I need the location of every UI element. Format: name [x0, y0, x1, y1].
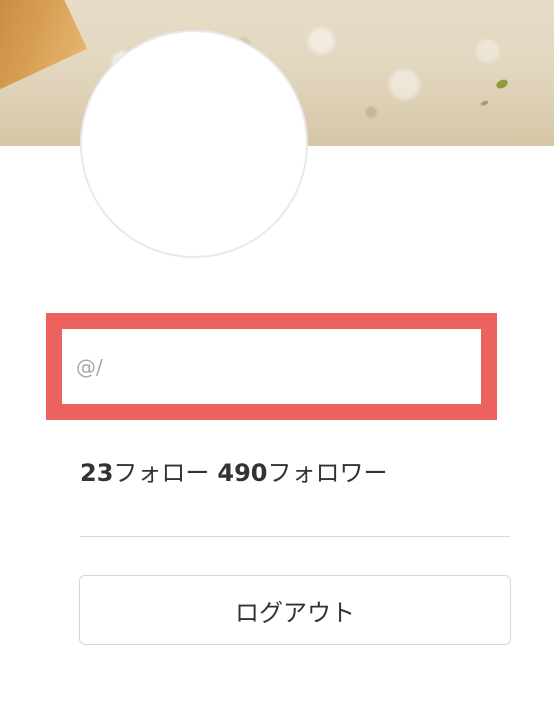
follow-stats: 23フォロー 490フォロワー [80, 456, 388, 490]
logout-button[interactable]: ログアウト [79, 575, 511, 645]
profile-screen: 23フォロー 490フォロワー ログアウト [0, 0, 554, 706]
follow-label[interactable]: フォロー [113, 459, 209, 487]
handle-input[interactable] [62, 329, 482, 405]
avatar[interactable] [80, 30, 308, 258]
divider [80, 536, 510, 537]
follow-count: 23 [80, 459, 114, 487]
follower-count: 490 [217, 459, 268, 487]
follower-label[interactable]: フォロワー [268, 459, 388, 487]
